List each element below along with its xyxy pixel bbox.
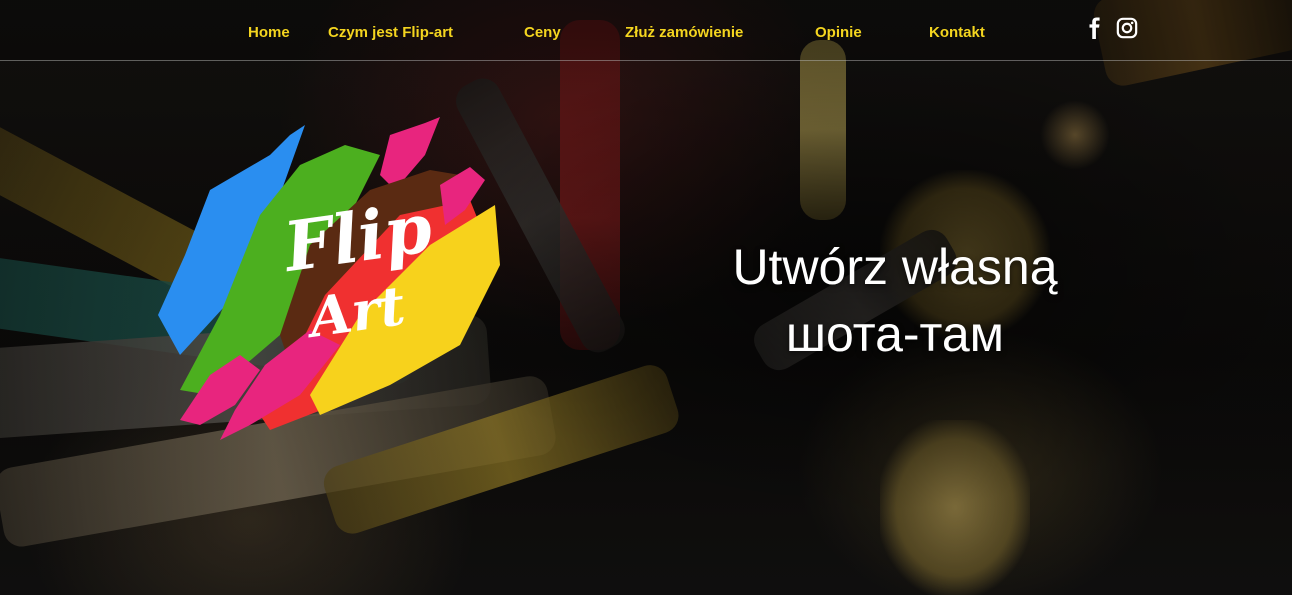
facebook-icon[interactable]: [1084, 17, 1106, 39]
nav-reviews-link[interactable]: Opinie: [815, 24, 862, 41]
nav-about-link[interactable]: Czym jest Flip-art: [328, 24, 453, 41]
hero-headline-line2: шота-там: [785, 305, 1005, 362]
flip-art-logo[interactable]: Flip Art: [140, 95, 510, 445]
nav-pricing-link[interactable]: Ceny: [524, 24, 561, 41]
nav-home-link[interactable]: Home: [248, 24, 290, 41]
hero-headline: Utwórz własną шота-там: [660, 234, 1130, 368]
top-navigation-bar: Home Czym jest Flip-art Ceny Złuż zamówi…: [0, 0, 1292, 61]
instagram-icon[interactable]: [1116, 17, 1138, 39]
nav-contact-link[interactable]: Kontakt: [929, 24, 985, 41]
hero-headline-line1: Utwórz własną: [732, 238, 1058, 295]
nav-order-link[interactable]: Złuż zamówienie: [625, 24, 743, 41]
